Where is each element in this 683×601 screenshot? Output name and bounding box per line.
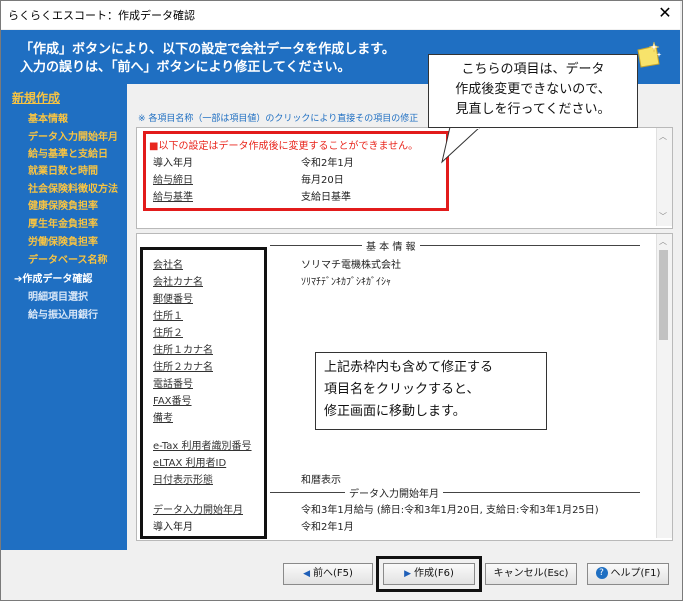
sidebar-item[interactable]: 給与基準と支給日 [28, 145, 108, 160]
sidebar-item[interactable]: 厚生年金負担率 [28, 215, 98, 230]
basic-item-value: ｿﾘﾏﾁﾃﾞﾝｷｶﾌﾞｼｷｶﾞｲｼｬ [301, 277, 391, 288]
item-names-highlight [140, 247, 267, 539]
help-button-label: ヘルプ(F1) [610, 568, 661, 579]
fixed-settings-highlight [143, 131, 449, 211]
header-line-2: 入力の誤りは、「前へ」ボタンにより修正してください。 [20, 60, 351, 75]
sparkle-note-icon [637, 41, 662, 68]
start-value-input-month: 令和3年1月給与 (締日:令和3年1月20日, 支給日:令和3年1月25日) [301, 505, 599, 516]
sidebar-item[interactable]: データベース名称 [28, 251, 108, 266]
sidebar-item[interactable]: 社会保険料徴収方法 [28, 180, 118, 195]
section-rule [270, 492, 640, 493]
callout-top-line: 作成後変更できないので、 [455, 82, 611, 97]
prev-button-label: 前へ(F5) [313, 568, 353, 579]
sidebar-heading: 新規作成 [12, 91, 61, 105]
sidebar-item[interactable]: 健康保険負担率 [28, 197, 98, 212]
header-line-1: 「作成」ボタンにより、以下の設定で会社データを作成します。 [20, 42, 395, 57]
help-button[interactable]: ? ヘルプ(F1) [587, 563, 669, 585]
callout-middle-line: 修正画面に移動します。 [324, 404, 466, 419]
callout-click-names: 上記赤枠内も含めて修正する 項目名をクリックすると、 修正画面に移動します。 [315, 352, 547, 430]
sidebar-item[interactable]: 労働保険負担率 [28, 233, 98, 248]
cancel-button[interactable]: キャンセル(Esc) [485, 563, 577, 585]
sidebar-item[interactable]: 給与振込用銀行 [28, 306, 98, 321]
scroll-down-icon[interactable]: ﹀ [659, 211, 667, 222]
sidebar-item[interactable]: 明細項目選択 [28, 288, 88, 303]
section-title-start: データ入力開始年月 [345, 485, 443, 500]
close-icon[interactable]: ✕ [655, 3, 675, 23]
section-rule [270, 245, 640, 246]
callout-top-line: 見直しを行ってください。 [455, 102, 611, 117]
section-title-basic: 基 本 情 報 [362, 238, 420, 253]
start-value-intro-month: 令和2年1月 [301, 522, 354, 533]
callout-top-line: こちらの項目は、データ [461, 62, 605, 77]
sidebar-item[interactable]: ➔作成データ確認 [14, 270, 92, 285]
basic-item-value: ソリマチ電機株式会社 [301, 260, 401, 271]
sidebar-item[interactable]: 就業日数と時間 [28, 162, 98, 177]
scrollbar-thumb[interactable] [659, 250, 668, 340]
create-button-highlight [376, 556, 482, 592]
sidebar-item[interactable]: 基本情報 [28, 110, 68, 125]
prev-button[interactable]: ◀ 前へ(F5) [283, 563, 373, 585]
scroll-up-icon[interactable]: ︿ [659, 236, 667, 247]
sidebar-item[interactable]: データ入力開始年月 [28, 128, 118, 143]
window-title: らくらくエスコート：作成データ確認 [8, 9, 195, 22]
callout-middle-line: 上記赤枠内も含めて修正する [324, 360, 494, 375]
callout-fixed-items: こちらの項目は、データ 作成後変更できないので、 見直しを行ってください。 [428, 54, 638, 128]
basic-item-value: 和暦表示 [301, 475, 341, 486]
left-triangle-icon: ◀ [303, 569, 310, 579]
click-note: ※ 各項目名称（一部は項目値）のクリックにより直接その項目の修正 [138, 114, 419, 124]
help-icon: ? [595, 567, 608, 579]
callout-middle-line: 項目名をクリックすると、 [324, 382, 480, 397]
scroll-up-icon[interactable]: ︿ [659, 131, 667, 142]
cancel-button-label: キャンセル(Esc) [493, 568, 569, 579]
